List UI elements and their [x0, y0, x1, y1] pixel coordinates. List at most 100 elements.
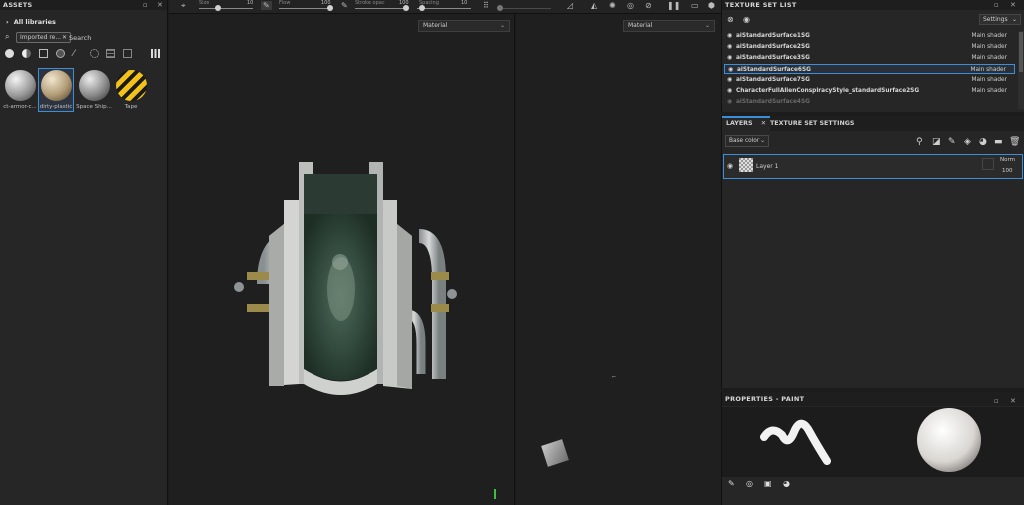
eye-icon[interactable]: ◉ — [728, 65, 733, 75]
size-slider[interactable] — [199, 5, 253, 11]
texture-set-row[interactable]: ◉ CharacterFullAlienConspiracyStyle_stand… — [724, 86, 1015, 96]
alpha-icon[interactable]: ◎ — [746, 479, 753, 488]
eye-icon[interactable]: ◉ — [727, 31, 732, 41]
stroke-opacity-handle[interactable] — [403, 5, 409, 11]
spacing-slider[interactable] — [417, 5, 471, 11]
search-icon[interactable]: ⌕ — [5, 32, 9, 42]
brush-icon[interactable]: ✎ — [728, 479, 735, 488]
settings-select[interactable]: Settings ⌄ — [979, 14, 1021, 25]
pause-icon[interactable]: ❚❚ — [667, 1, 680, 10]
particle-icon[interactable] — [90, 49, 99, 58]
add-paint-layer-icon[interactable]: ✎ — [948, 137, 956, 147]
asset-item[interactable]: ct-armor-c... — [2, 70, 38, 110]
close-icon[interactable]: ✕ — [1010, 394, 1016, 408]
filter-chip[interactable]: Imported re... ✕ — [16, 32, 71, 43]
visibility-icon[interactable]: ◎ — [627, 1, 634, 10]
add-folder-icon[interactable]: ▬ — [994, 137, 1003, 147]
brush-stroke-preview — [760, 408, 981, 472]
eye-icon[interactable]: ◉ — [743, 15, 750, 24]
brush-icon[interactable]: ⁄ — [73, 49, 82, 59]
stroke-pressure-icon[interactable]: ✎ — [341, 1, 348, 10]
layer-row[interactable]: ◉ Layer 1 Norm 100 — [723, 154, 1023, 179]
eye-icon[interactable]: ◉ — [727, 75, 732, 85]
symmetry-icon[interactable]: ◿ — [567, 1, 573, 10]
channel-select[interactable]: Base color ⌄ — [725, 135, 769, 147]
add-mask-icon[interactable]: ◪ — [932, 137, 941, 147]
screenshot-icon[interactable]: ▭ — [691, 1, 699, 10]
material-icon[interactable]: ◕ — [783, 479, 790, 488]
cube-icon[interactable]: ⬢ — [708, 1, 715, 10]
texture-set-row[interactable]: ◉ aiStandardSurface7SG Main shader — [724, 75, 1015, 85]
texture-set-row[interactable]: ◉ aiStandardSurface1SG Main shader — [724, 31, 1015, 41]
flow-slider[interactable] — [279, 5, 333, 11]
smart-material-icon[interactable] — [5, 49, 14, 58]
blend-mode-select[interactable]: Norm — [1000, 157, 1015, 163]
mask-icon[interactable] — [56, 49, 65, 58]
maximize-icon[interactable]: ▫ — [143, 0, 148, 10]
eye-icon[interactable]: ◉ — [727, 97, 732, 107]
add-effect-icon[interactable]: ⚲ — [916, 137, 923, 147]
camera-icon[interactable]: ◭ — [591, 1, 597, 10]
library-selector[interactable]: › All libraries — [6, 18, 56, 26]
shader-label[interactable]: Main shader — [971, 86, 1007, 96]
shader-label[interactable]: Main shader — [971, 31, 1007, 41]
layer-opacity[interactable]: 100 — [1002, 168, 1013, 174]
assets-panel: ASSETS ▫ ✕ › All libraries ⌕ Imported re.… — [0, 0, 168, 505]
close-icon[interactable]: ✕ — [1010, 0, 1016, 10]
layer-name[interactable]: Layer 1 — [756, 163, 778, 170]
stencil-icon[interactable]: ▣ — [764, 479, 772, 488]
asset-filter-row: ⌕ Imported re... ✕ Search — [5, 32, 165, 44]
size-slider-handle[interactable] — [215, 5, 221, 11]
texture-set-row-selected[interactable]: ◉ aiStandardSurface6SG Main shader — [724, 64, 1015, 74]
stencil-icon[interactable]: ⠿ — [483, 1, 489, 10]
delete-layer-icon[interactable]: 🗑 — [1009, 137, 1020, 147]
texture-set-row[interactable]: ◉ aiStandardSurface3SG Main shader — [724, 53, 1015, 63]
asset-item-selected[interactable]: dirty-plastic — [38, 68, 74, 112]
texture-set-name: aiStandardSurface6SG — [737, 67, 811, 73]
add-smart-material-icon[interactable]: ◕ — [979, 137, 987, 147]
stroke-opacity-slider[interactable] — [355, 5, 409, 11]
eye-icon[interactable]: ◉ — [727, 53, 732, 63]
eye-icon[interactable]: ◉ — [727, 86, 732, 96]
shader-label[interactable]: Main shader — [970, 65, 1006, 75]
mask-slot[interactable] — [982, 158, 994, 170]
shader-label[interactable]: Main shader — [971, 75, 1007, 85]
smart-mask-icon[interactable] — [39, 49, 48, 58]
tab-texture-set-settings[interactable]: TEXTURE SET SETTINGS — [766, 116, 858, 131]
texture-set-row[interactable]: ◉ aiStandardSurface2SG Main shader — [724, 42, 1015, 52]
properties-header: PROPERTIES - PAINT ▫ ✕ — [722, 392, 1024, 406]
material-icon[interactable] — [22, 49, 31, 58]
lazy-mouse-icon[interactable]: ⌖ — [181, 1, 186, 11]
scrollbar-thumb[interactable] — [1019, 32, 1023, 72]
tab-layers[interactable]: LAYERS ✕ — [722, 116, 771, 131]
asset-item[interactable]: Tape — [113, 70, 149, 110]
spacing-slider-handle[interactable] — [419, 5, 425, 11]
layer-thumbnail — [739, 158, 753, 172]
maximize-icon[interactable]: ▫ — [994, 0, 999, 10]
eye-icon[interactable]: ◉ — [727, 42, 732, 52]
spacing-value: 10 — [461, 0, 468, 6]
texture-set-name: aiStandardSurface1SG — [736, 33, 810, 39]
remove-filter-icon[interactable]: ✕ — [62, 33, 67, 42]
visibility-toggle-icon[interactable]: ⊗ — [727, 15, 734, 24]
eye-icon[interactable]: ◉ — [727, 162, 733, 170]
search-input[interactable]: Search — [69, 34, 91, 42]
texture-icon[interactable] — [106, 49, 115, 58]
viewport-3d[interactable]: Material ⌄ — [169, 14, 515, 505]
texture-set-row[interactable]: ◉ aiStandardSurface4SG — [724, 97, 1015, 107]
add-fill-layer-icon[interactable]: ◈ — [964, 137, 971, 147]
shader-label[interactable]: Main shader — [971, 42, 1007, 52]
viewport-2d[interactable]: Material ⌄ ⌐ — [516, 14, 721, 505]
pen-pressure-icon[interactable]: ✎ — [261, 1, 272, 10]
hide-icon[interactable]: ⊘ — [645, 1, 652, 10]
flow-slider-handle[interactable] — [327, 5, 333, 11]
asset-item[interactable]: Space Ship... — [76, 70, 112, 110]
close-icon[interactable]: ✕ — [157, 0, 163, 10]
scrollbar[interactable] — [1018, 31, 1024, 109]
light-icon[interactable]: ✺ — [609, 1, 616, 10]
grid-view-icon[interactable] — [151, 49, 160, 58]
shader-label[interactable]: Main shader — [971, 53, 1007, 63]
maximize-icon[interactable]: ▫ — [994, 394, 999, 408]
viewport-2d-mode-select[interactable]: Material ⌄ — [623, 20, 715, 32]
environment-icon[interactable] — [123, 49, 132, 58]
